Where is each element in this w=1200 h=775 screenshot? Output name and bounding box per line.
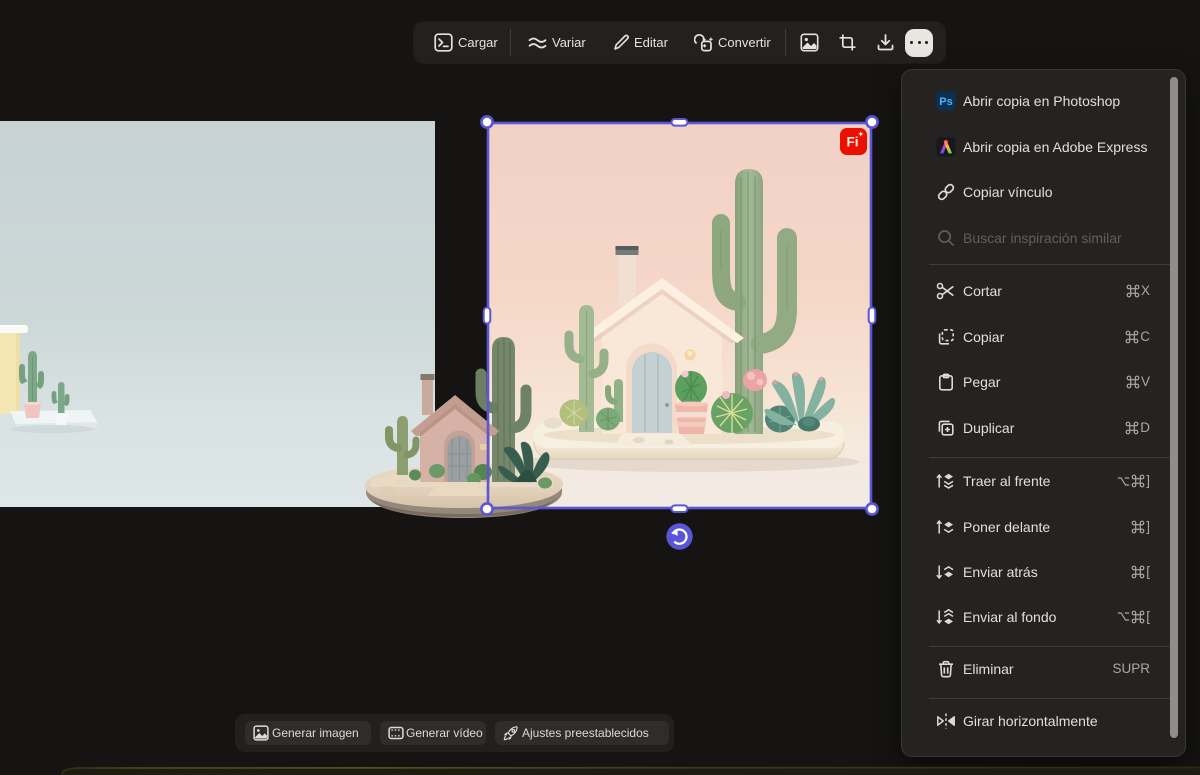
svg-text:Ps: Ps — [939, 96, 952, 108]
svg-text:Fi: Fi — [847, 135, 859, 150]
